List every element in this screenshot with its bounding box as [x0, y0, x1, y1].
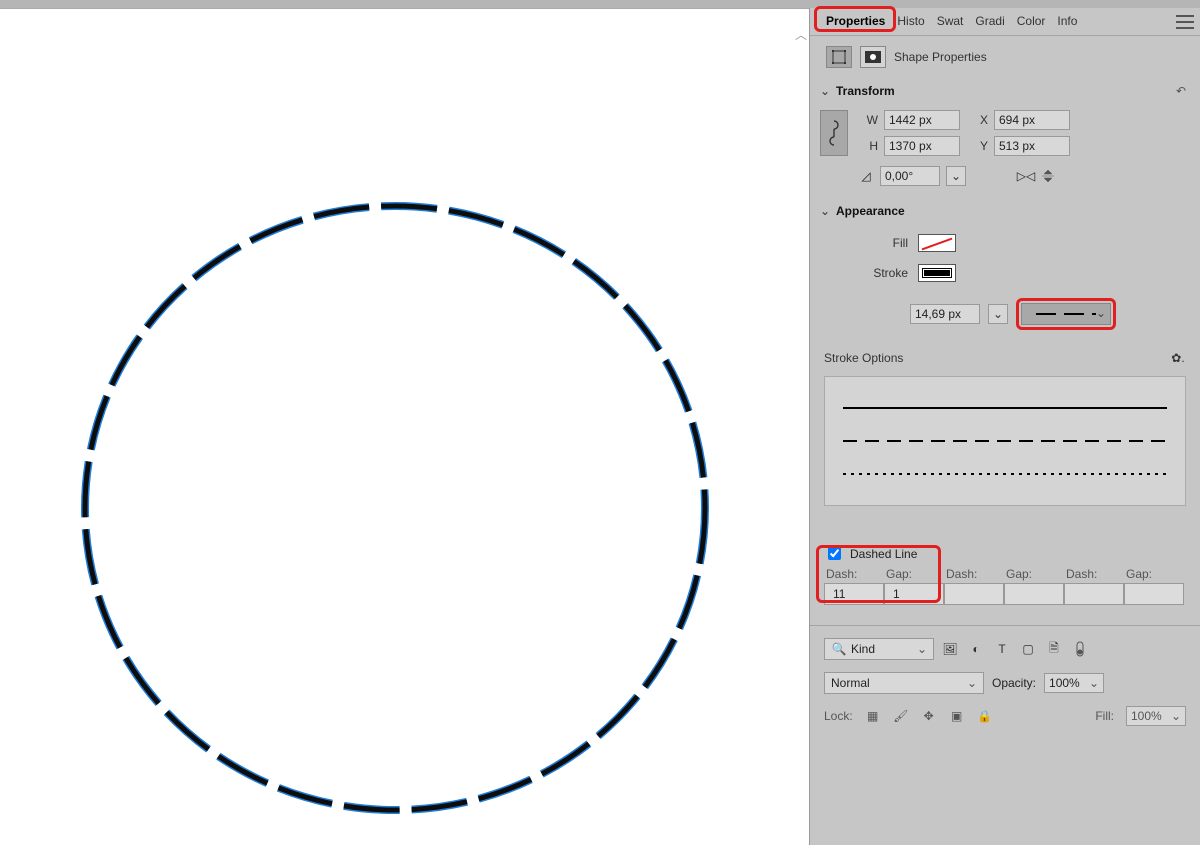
tab-info[interactable]: Info: [1055, 10, 1079, 34]
reset-transform-icon[interactable]: ↶: [1172, 82, 1190, 100]
dash3-label: Dash:: [1064, 565, 1124, 583]
chevron-down-icon: ⌄: [917, 642, 927, 656]
fill-opacity-value: 100%: [1131, 709, 1162, 723]
chevron-down-icon: ⌄: [967, 676, 977, 690]
width-label: W: [856, 113, 878, 127]
canvas[interactable]: ︿: [0, 8, 810, 845]
chevron-down-icon: ⌄: [1089, 676, 1099, 690]
height-label: H: [856, 139, 878, 153]
dash-gap-grid: Dash: Gap: Dash: Gap: Dash: Gap:: [810, 565, 1200, 619]
live-shape-mode-button[interactable]: [826, 46, 852, 68]
lock-all-icon[interactable]: 🔒: [977, 708, 993, 724]
angle-dropdown-button[interactable]: ⌄: [946, 166, 966, 186]
stroke-presets-list: [824, 376, 1186, 506]
chevron-down-icon: ⌄: [1171, 709, 1181, 723]
stroke-type-dropdown[interactable]: [1021, 303, 1111, 325]
highlight-stroke-type-dropdown: [1016, 298, 1116, 330]
tab-history[interactable]: Histo: [895, 10, 926, 34]
lock-position-icon[interactable]: ✥: [921, 708, 937, 724]
tab-gradient[interactable]: Gradi: [973, 10, 1006, 34]
shape-selection-outline: [85, 206, 705, 810]
shape-properties-header: Shape Properties: [810, 36, 1200, 78]
highlight-properties-tab: [814, 6, 896, 32]
stroke-label: Stroke: [868, 266, 908, 280]
lock-artboard-icon[interactable]: ▣: [949, 708, 965, 724]
filter-type-icon[interactable]: T: [994, 641, 1010, 657]
kind-label: Kind: [851, 642, 875, 656]
fill-opacity-input[interactable]: 100% ⌄: [1126, 706, 1186, 726]
link-dimensions-button[interactable]: [820, 110, 848, 156]
stroke-preset-dotted[interactable]: [843, 473, 1167, 475]
highlight-dash-gap: [816, 545, 941, 603]
x-input[interactable]: [994, 110, 1070, 130]
x-label: X: [966, 113, 988, 127]
dash-preview-icon: [1036, 313, 1096, 315]
stroke-swatch[interactable]: [918, 264, 956, 282]
panel-menu-icon[interactable]: [1176, 15, 1194, 29]
y-label: Y: [966, 139, 988, 153]
appearance-title: Appearance: [836, 204, 905, 218]
flip-vertical-icon[interactable]: [1040, 168, 1056, 184]
layer-filter-row: 🔍 Kind ⌄ 🖼 ◐ T ▢ 🗎: [810, 632, 1200, 666]
stroke-preset-dashed[interactable]: [843, 440, 1167, 442]
tab-swatches[interactable]: Swat: [935, 10, 966, 34]
opacity-label: Opacity:: [992, 676, 1036, 690]
panel-tabs: Properties Histo Swat Gradi Color Info: [810, 8, 1200, 36]
fill-swatch[interactable]: [918, 234, 956, 252]
y-input[interactable]: [994, 136, 1070, 156]
lock-transparency-icon[interactable]: ▦: [865, 708, 881, 724]
blend-mode-select[interactable]: Normal ⌄: [824, 672, 984, 694]
stroke-width-dropdown-button[interactable]: ⌄: [988, 304, 1008, 324]
stroke-options-settings-icon[interactable]: ✿.: [1170, 350, 1186, 366]
stroke-options-title: Stroke Options: [824, 351, 903, 365]
transform-grid: W X H Y: [810, 104, 1200, 166]
lock-fill-row: Lock: ▦ 🖌 ✥ ▣ 🔒 Fill: 100% ⌄: [810, 700, 1200, 732]
search-icon: 🔍: [831, 641, 847, 657]
appearance-section-header[interactable]: ⌄ Appearance: [810, 200, 1200, 222]
chevron-down-icon: ⌄: [820, 86, 830, 96]
gap3-input[interactable]: [1129, 584, 1179, 604]
opacity-input[interactable]: 100% ⌄: [1044, 673, 1104, 693]
blend-opacity-row: Normal ⌄ Opacity: 100% ⌄: [810, 666, 1200, 700]
gap2-input[interactable]: [1009, 584, 1059, 604]
tab-color[interactable]: Color: [1015, 10, 1048, 34]
mask-mode-button[interactable]: [860, 46, 886, 68]
stroke-preset-solid[interactable]: [843, 407, 1167, 409]
lock-paint-icon[interactable]: 🖌: [893, 708, 909, 724]
gap3-label: Gap:: [1124, 565, 1184, 583]
angle-row: ◿ ⌄ ▷◁: [810, 166, 1200, 200]
opacity-value: 100%: [1049, 676, 1080, 690]
separator: [810, 625, 1200, 626]
dash3-input[interactable]: [1069, 584, 1119, 604]
gap2-label: Gap:: [1004, 565, 1064, 583]
stroke-width-input[interactable]: [910, 304, 980, 324]
lock-label: Lock:: [824, 709, 853, 723]
filter-adjust-icon[interactable]: ◐: [968, 641, 984, 657]
fill-opacity-label: Fill:: [1095, 709, 1114, 723]
filter-smart-icon[interactable]: 🗎: [1046, 641, 1062, 657]
filter-shape-icon[interactable]: ▢: [1020, 641, 1036, 657]
shape-properties-label: Shape Properties: [894, 50, 987, 64]
flip-horizontal-icon[interactable]: ▷◁: [1018, 168, 1034, 184]
properties-panel: Properties Histo Swat Gradi Color Info S…: [810, 8, 1200, 845]
app-root: ︿ Properties Histo Swat Gradi Color Info: [0, 0, 1200, 845]
transform-title: Transform: [836, 84, 895, 98]
dash2-label: Dash:: [944, 565, 1004, 583]
stroke-options-popup: Stroke Options ✿.: [810, 340, 1200, 544]
angle-input[interactable]: [880, 166, 940, 186]
appearance-body: Fill Stroke: [810, 222, 1200, 294]
blend-mode-value: Normal: [831, 676, 870, 690]
dash2-input[interactable]: [949, 584, 999, 604]
filter-toggle-icon[interactable]: [1072, 641, 1088, 657]
chevron-down-icon: ⌄: [820, 206, 830, 216]
stroke-width-row: ⌄: [810, 294, 1200, 340]
transform-section-header[interactable]: ⌄ Transform ↶: [810, 78, 1200, 104]
width-input[interactable]: [884, 110, 960, 130]
filter-pixel-icon[interactable]: 🖼: [942, 641, 958, 657]
angle-icon: ◿: [858, 168, 874, 184]
fill-label: Fill: [868, 236, 908, 250]
canvas-svg: [0, 8, 810, 845]
layer-kind-select[interactable]: 🔍 Kind ⌄: [824, 638, 934, 660]
height-input[interactable]: [884, 136, 960, 156]
